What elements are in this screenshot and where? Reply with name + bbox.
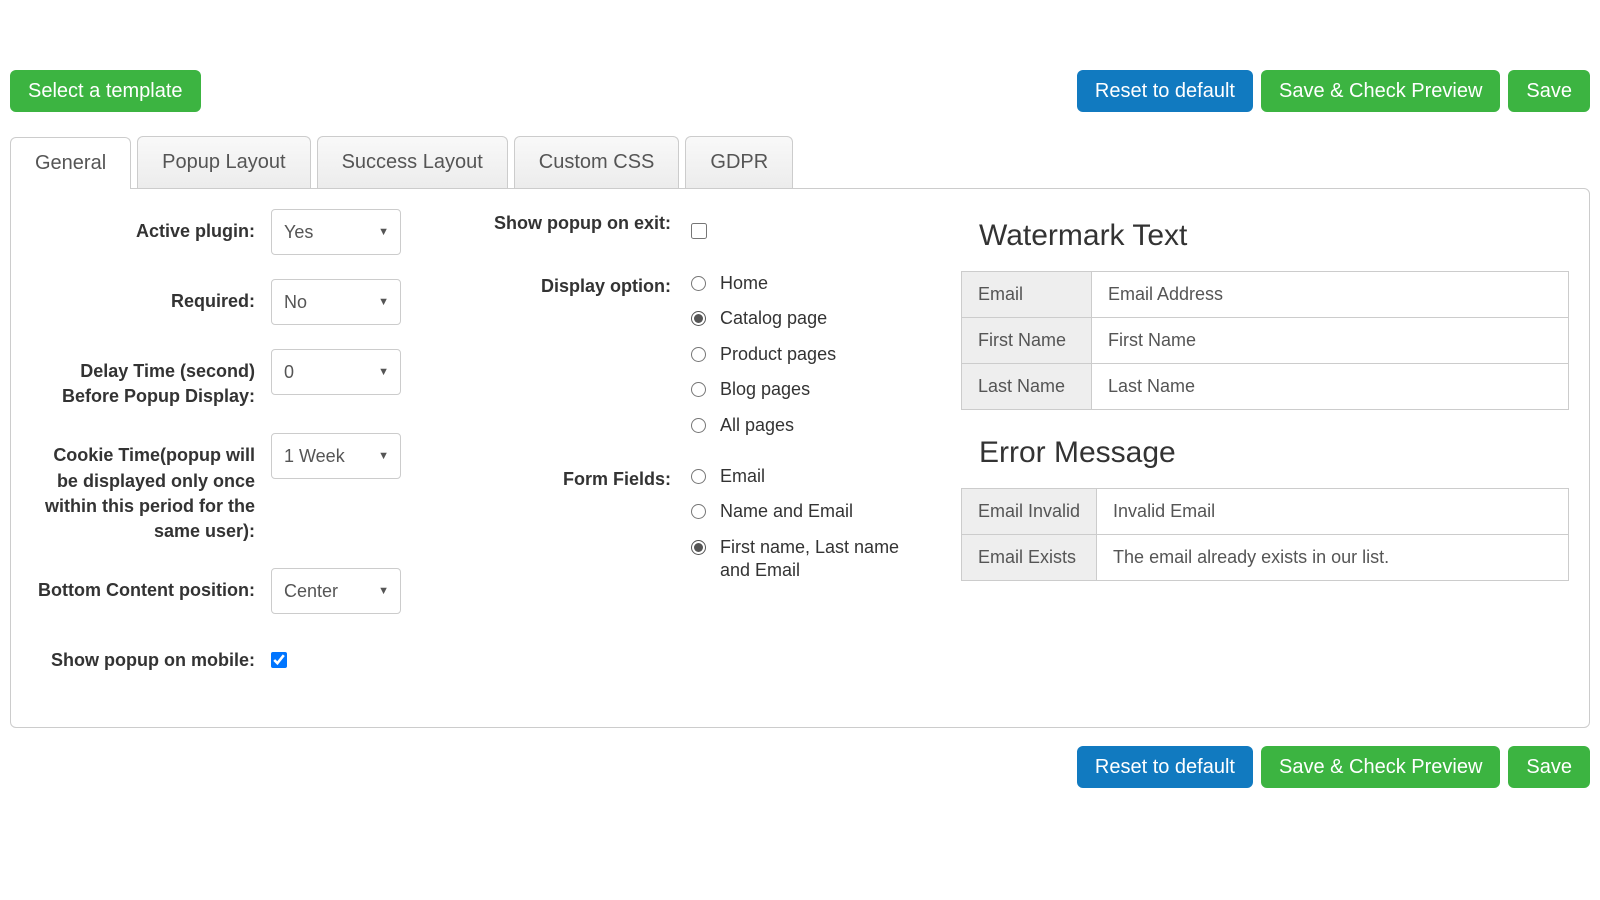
radio-display-product[interactable]: Product pages [691,343,836,366]
select-required[interactable]: No [271,279,401,325]
row-form-fields: Form Fields: Email Name and Email First … [471,465,941,583]
radio-display-blog[interactable]: Blog pages [691,378,836,401]
select-template-button[interactable]: Select a template [10,70,201,112]
wm-value[interactable]: Last Name [1092,364,1569,410]
col-right: Watermark Text Email Email Address First… [961,209,1569,697]
reset-default-button[interactable]: Reset to default [1077,70,1253,112]
tab-custom-css[interactable]: Custom CSS [514,136,680,188]
save-button-bottom[interactable]: Save [1508,746,1590,788]
form-fields-list: Email Name and Email First name, Last na… [691,465,920,583]
watermark-table: Email Email Address First Name First Nam… [961,271,1569,410]
heading-error: Error Message [979,436,1569,470]
tab-bar: General Popup Layout Success Layout Cust… [10,136,1590,188]
save-button[interactable]: Save [1508,70,1590,112]
table-row: Email Invalid Invalid Email [962,489,1569,535]
select-cookie[interactable]: 1 Week [271,433,401,479]
err-key: Email Exists [962,535,1097,581]
settings-panel: Active plugin: Yes Required: No Delay Ti… [10,188,1590,728]
err-key: Email Invalid [962,489,1097,535]
row-delay: Delay Time (second) Before Popup Display… [31,349,451,409]
row-cookie: Cookie Time(popup will be displayed only… [31,433,451,544]
radio-display-catalog[interactable]: Catalog page [691,307,836,330]
error-table: Email Invalid Invalid Email Email Exists… [961,488,1569,581]
toolbar-right: Reset to default Save & Check Preview Sa… [1077,70,1590,112]
row-active-plugin: Active plugin: Yes [31,209,451,255]
label-cookie: Cookie Time(popup will be displayed only… [31,433,271,544]
tab-general[interactable]: General [10,137,131,189]
table-row: First Name First Name [962,318,1569,364]
label-show-on-exit: Show popup on exit: [471,209,691,236]
radio-ff-email[interactable]: Email [691,465,920,488]
radio-label: Email [720,465,765,488]
bottom-toolbar: Reset to default Save & Check Preview Sa… [10,746,1590,788]
label-show-mobile: Show popup on mobile: [31,638,271,673]
save-preview-button-bottom[interactable]: Save & Check Preview [1261,746,1500,788]
err-value[interactable]: The email already exists in our list. [1097,535,1569,581]
checkbox-show-on-exit[interactable] [691,223,707,239]
table-row: Email Exists The email already exists in… [962,535,1569,581]
radio-display-home[interactable]: Home [691,272,836,295]
wm-value[interactable]: First Name [1092,318,1569,364]
label-active-plugin: Active plugin: [31,209,271,244]
radio-label: First name, Last name and Email [720,536,920,583]
col-mid: Show popup on exit: Display option: Home… [471,209,941,697]
row-display-option: Display option: Home Catalog page Produc… [471,272,941,437]
label-form-fields: Form Fields: [471,465,691,492]
checkbox-show-mobile[interactable] [271,652,287,668]
select-delay[interactable]: 0 [271,349,401,395]
table-row: Last Name Last Name [962,364,1569,410]
row-show-on-exit: Show popup on exit: [471,209,941,244]
label-required: Required: [31,279,271,314]
wm-key: Last Name [962,364,1092,410]
radio-ff-name-email[interactable]: Name and Email [691,500,920,523]
tab-success-layout[interactable]: Success Layout [317,136,508,188]
display-option-list: Home Catalog page Product pages Blog pag… [691,272,836,437]
label-bottom-content: Bottom Content position: [31,568,271,603]
wm-key: First Name [962,318,1092,364]
row-required: Required: No [31,279,451,325]
row-bottom-content: Bottom Content position: Center [31,568,451,614]
tab-popup-layout[interactable]: Popup Layout [137,136,310,188]
row-show-mobile: Show popup on mobile: [31,638,451,673]
radio-label: Blog pages [720,378,810,401]
heading-watermark: Watermark Text [979,219,1569,253]
radio-label: Catalog page [720,307,827,330]
radio-display-all[interactable]: All pages [691,414,836,437]
radio-label: Product pages [720,343,836,366]
radio-label: All pages [720,414,794,437]
radio-label: Name and Email [720,500,853,523]
err-value[interactable]: Invalid Email [1097,489,1569,535]
select-bottom-content[interactable]: Center [271,568,401,614]
label-display-option: Display option: [471,272,691,299]
reset-default-button-bottom[interactable]: Reset to default [1077,746,1253,788]
save-preview-button[interactable]: Save & Check Preview [1261,70,1500,112]
tab-gdpr[interactable]: GDPR [685,136,793,188]
wm-value[interactable]: Email Address [1092,272,1569,318]
select-active-plugin[interactable]: Yes [271,209,401,255]
label-delay: Delay Time (second) Before Popup Display… [31,349,271,409]
radio-label: Home [720,272,768,295]
table-row: Email Email Address [962,272,1569,318]
top-toolbar: Select a template Reset to default Save … [10,70,1590,112]
radio-ff-first-last-email[interactable]: First name, Last name and Email [691,536,920,583]
col-left: Active plugin: Yes Required: No Delay Ti… [31,209,451,697]
wm-key: Email [962,272,1092,318]
